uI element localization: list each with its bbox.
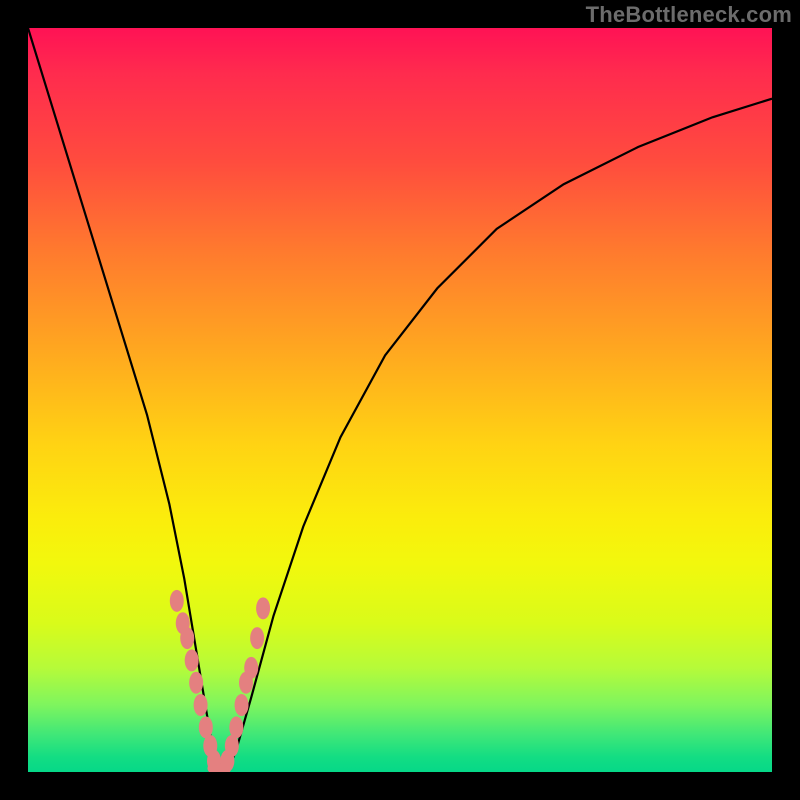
marker-dot (229, 716, 243, 738)
marker-dot (250, 627, 264, 649)
watermark-text: TheBottleneck.com (586, 2, 792, 28)
plot-area (28, 28, 772, 772)
marker-dot (256, 597, 270, 619)
markers (170, 590, 270, 772)
marker-dot (199, 716, 213, 738)
chart-frame: TheBottleneck.com (0, 0, 800, 800)
chart-svg (28, 28, 772, 772)
marker-dot (170, 590, 184, 612)
marker-dot (244, 657, 258, 679)
marker-dot (176, 612, 190, 634)
marker-dot (215, 763, 231, 772)
marker-dot (225, 735, 239, 757)
marker-dot (220, 750, 234, 772)
marker-dot (185, 649, 199, 671)
marker-dot (194, 694, 208, 716)
marker-dot (207, 762, 223, 772)
marker-dot (203, 735, 217, 757)
marker-dot (180, 627, 194, 649)
marker-dot (207, 750, 221, 772)
marker-dot (210, 764, 226, 772)
marker-dot (239, 672, 253, 694)
marker-dot (189, 672, 203, 694)
marker-dot (235, 694, 249, 716)
main-curve (28, 28, 772, 772)
